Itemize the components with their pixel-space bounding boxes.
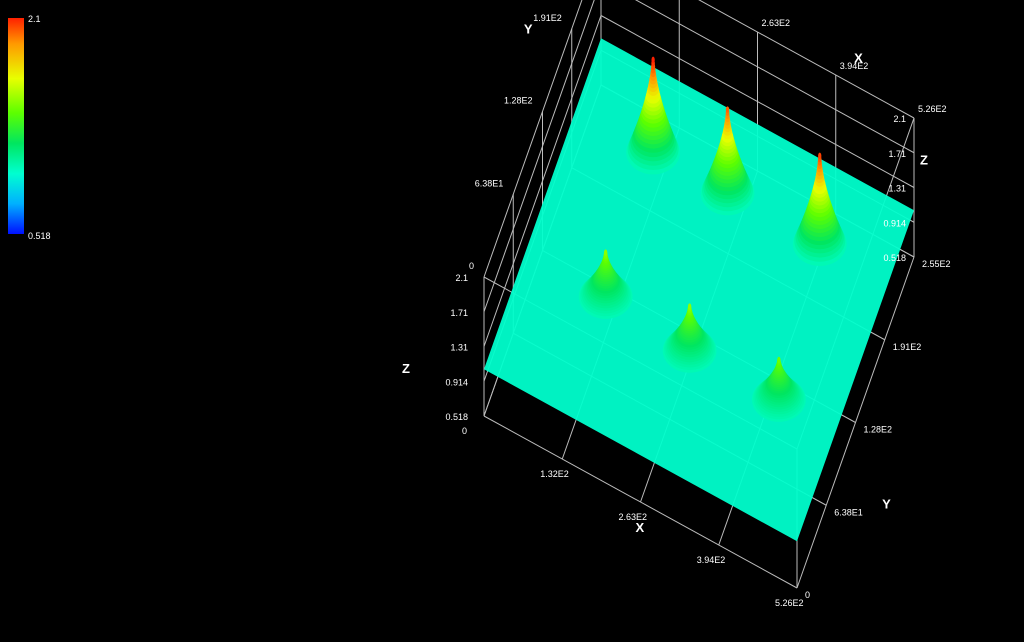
x-tick-label: 3.94E2 bbox=[697, 555, 726, 565]
z-tick-label: 1.31 bbox=[888, 184, 906, 194]
z-tick-label: 0.914 bbox=[883, 218, 906, 228]
x-tick-label: 0 bbox=[462, 426, 467, 436]
surface-plot[interactable]: 01.32E22.63E23.94E25.26E201.32E22.63E23.… bbox=[0, 0, 1024, 642]
surface bbox=[484, 38, 914, 542]
x-tick-label: 5.26E2 bbox=[918, 104, 947, 114]
y-tick-label: 1.28E2 bbox=[864, 425, 893, 435]
z-tick-label: 0.518 bbox=[883, 253, 906, 263]
z-tick-label: 2.1 bbox=[893, 114, 906, 124]
surface-plane bbox=[484, 38, 914, 542]
y-tick-label: 0 bbox=[469, 261, 474, 271]
z-axis-title: Z bbox=[402, 361, 410, 376]
x-tick-label: 1.32E2 bbox=[540, 469, 569, 479]
x-axis-title: X bbox=[854, 50, 863, 65]
z-axis-title: Z bbox=[920, 152, 928, 167]
y-tick-label: 6.38E1 bbox=[475, 178, 504, 188]
z-tick-label: 1.71 bbox=[450, 308, 468, 318]
y-axis-title: Y bbox=[524, 21, 533, 36]
z-tick-label: 1.71 bbox=[888, 149, 906, 159]
y-tick-label: 0 bbox=[805, 590, 810, 600]
x-tick-label: 5.26E2 bbox=[775, 598, 804, 608]
peak-slice bbox=[818, 152, 822, 160]
y-tick-label: 1.91E2 bbox=[893, 342, 922, 352]
peak-slice bbox=[725, 106, 730, 113]
peak-slice bbox=[777, 356, 781, 364]
z-tick-label: 1.31 bbox=[450, 343, 468, 353]
x-axis-title: X bbox=[636, 520, 645, 535]
z-tick-label: 2.1 bbox=[455, 273, 468, 283]
z-tick-label: 0.914 bbox=[445, 377, 468, 387]
peak-slice bbox=[687, 303, 692, 310]
peak-slice bbox=[651, 56, 655, 64]
peak-slice bbox=[603, 249, 608, 256]
y-tick-label: 6.38E1 bbox=[834, 507, 863, 517]
y-tick-label: 1.91E2 bbox=[533, 13, 562, 23]
y-tick-label: 1.28E2 bbox=[504, 96, 533, 106]
x-tick-label: 2.63E2 bbox=[762, 18, 791, 28]
y-tick-label: 2.55E2 bbox=[922, 259, 951, 269]
z-tick-label: 0.518 bbox=[445, 412, 468, 422]
y-axis-title: Y bbox=[882, 497, 891, 512]
